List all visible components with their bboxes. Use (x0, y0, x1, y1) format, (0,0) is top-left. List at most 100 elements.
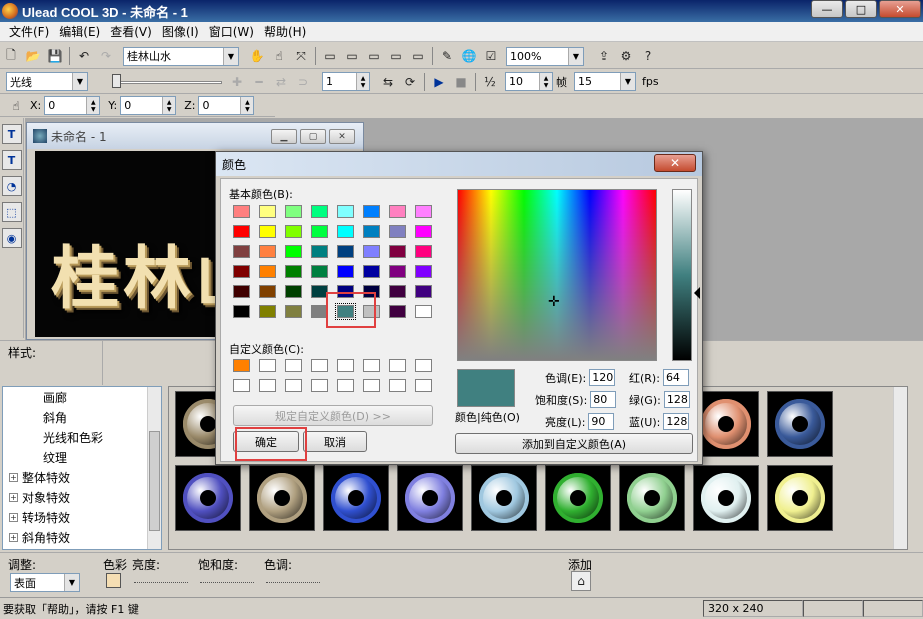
open-folder-icon[interactable]: 📂 (23, 46, 43, 66)
minimize-button[interactable]: — (811, 0, 843, 18)
luminance-bar[interactable] (672, 189, 692, 361)
basic-color-swatch[interactable] (233, 305, 250, 318)
menu-view[interactable]: 查看(V) (105, 23, 157, 40)
custom-color-swatch[interactable] (415, 379, 432, 392)
basic-color-swatch[interactable] (259, 205, 276, 218)
x-spinner[interactable]: 0 ▲ ▼ (44, 96, 101, 115)
hue-input[interactable]: 120 (589, 369, 616, 386)
luminance-input[interactable]: 90 (588, 413, 615, 430)
basic-color-swatch[interactable] (311, 245, 328, 258)
custom-color-swatch[interactable] (259, 379, 276, 392)
expand-icon[interactable]: + (9, 512, 18, 522)
basic-color-swatch[interactable] (259, 285, 276, 298)
tree-item[interactable]: 光线和色彩 (3, 427, 161, 447)
basic-color-swatch[interactable] (285, 245, 302, 258)
custom-color-swatch[interactable] (233, 359, 250, 372)
spin-arrows-icon[interactable]: ▲ ▼ (240, 97, 254, 114)
slider-thumb[interactable] (112, 73, 121, 88)
basic-color-swatch[interactable] (311, 265, 328, 278)
basic-color-swatch[interactable] (233, 285, 250, 298)
document-titlebar[interactable]: 未命名 - 1 ▁ ▢ ✕ (27, 123, 363, 149)
reverse-icon[interactable]: ⇄ (271, 72, 291, 92)
redo-icon[interactable]: ↷ (96, 46, 116, 66)
hand-move-icon[interactable]: ✋ (247, 46, 267, 66)
basic-color-swatch[interactable] (285, 265, 302, 278)
play-icon[interactable]: ▶ (429, 72, 449, 92)
blue-input[interactable]: 128 (663, 413, 690, 430)
cancel-button[interactable]: 取消 (303, 431, 367, 452)
custom-color-swatch[interactable] (311, 359, 328, 372)
maximize-button[interactable]: □ (845, 0, 877, 18)
saturation-slider[interactable] (200, 573, 254, 583)
basic-color-swatch[interactable] (389, 245, 406, 258)
tree-item[interactable]: 画廊 (3, 387, 161, 407)
menu-edit[interactable]: 编辑(E) (54, 23, 105, 40)
doc-maximize-button[interactable]: ▢ (300, 129, 326, 144)
basic-color-swatch[interactable] (415, 225, 432, 238)
basic-color-swatch[interactable] (233, 265, 250, 278)
basic-color-swatch[interactable] (389, 205, 406, 218)
tree-item[interactable]: 斜角 (3, 407, 161, 427)
spin-arrows-icon[interactable]: ▲ ▼ (356, 73, 369, 90)
expand-icon[interactable]: + (9, 532, 18, 542)
basic-color-swatch[interactable] (233, 205, 250, 218)
custom-color-swatch[interactable] (389, 359, 406, 372)
spin-arrows-icon[interactable]: ▲ ▼ (86, 97, 100, 114)
color-dialog-close-button[interactable]: ✕ (654, 154, 696, 172)
basic-color-swatch[interactable] (415, 305, 432, 318)
export-icon[interactable]: ⇪ (594, 46, 614, 66)
basic-color-swatch[interactable] (337, 205, 354, 218)
basic-color-swatch[interactable] (233, 225, 250, 238)
insert-graphic-icon[interactable]: ◉ (1, 228, 22, 248)
basic-color-swatch[interactable] (259, 225, 276, 238)
select-object-icon[interactable]: ⬚ (1, 202, 22, 222)
red-input[interactable]: 64 (662, 369, 689, 386)
basic-color-swatch[interactable] (259, 245, 276, 258)
loop-icon[interactable]: ⊃ (293, 72, 313, 92)
view-top-icon[interactable]: ▭ (342, 46, 362, 66)
basic-color-swatch[interactable] (363, 205, 380, 218)
tree-item[interactable]: + 对象特效 (3, 487, 161, 507)
tree-scroll-thumb[interactable] (149, 431, 160, 531)
custom-color-swatch[interactable] (337, 359, 354, 372)
smooth-icon[interactable]: ½ (480, 72, 500, 92)
basic-color-swatch[interactable] (415, 265, 432, 278)
save-icon[interactable]: 💾 (45, 46, 65, 66)
saturation-input[interactable]: 80 (590, 391, 617, 408)
basic-color-swatch[interactable] (311, 225, 328, 238)
color-spectrum[interactable] (457, 189, 657, 361)
luminance-arrow-icon[interactable] (694, 287, 700, 299)
custom-color-swatch[interactable] (415, 359, 432, 372)
preset-thumbnail[interactable] (767, 465, 833, 531)
basic-color-swatch[interactable] (337, 225, 354, 238)
timeline-slider[interactable] (112, 73, 222, 90)
basic-color-swatch[interactable] (363, 265, 380, 278)
basic-color-swatch[interactable] (389, 225, 406, 238)
basic-color-swatch[interactable] (415, 285, 432, 298)
insert-shape-icon[interactable]: ◔ (1, 176, 22, 196)
custom-color-swatch[interactable] (389, 379, 406, 392)
basic-color-swatch[interactable] (233, 245, 250, 258)
new-file-icon[interactable]: 🗋 (1, 46, 21, 66)
basic-color-swatch[interactable] (389, 305, 406, 318)
preset-thumbnail[interactable] (767, 391, 833, 457)
custom-color-swatch[interactable] (337, 379, 354, 392)
spin-arrows-icon[interactable]: ▲ ▼ (539, 73, 552, 90)
custom-color-swatch[interactable] (285, 359, 302, 372)
surface-color-swatch[interactable] (106, 573, 121, 588)
tree-scrollbar[interactable] (147, 387, 161, 549)
basic-color-swatch[interactable] (337, 265, 354, 278)
basic-color-swatch[interactable] (389, 265, 406, 278)
green-input[interactable]: 128 (663, 391, 690, 408)
color-dialog-titlebar[interactable]: 颜色 ✕ (216, 152, 702, 176)
preset-thumbnail[interactable] (249, 465, 315, 531)
y-spinner[interactable]: 0 ▲ ▼ (120, 96, 177, 115)
basic-color-swatch[interactable] (415, 245, 432, 258)
undo-icon[interactable]: ↶ (74, 46, 94, 66)
custom-color-swatch[interactable] (285, 379, 302, 392)
custom-color-swatch[interactable] (259, 359, 276, 372)
basic-color-swatch[interactable] (311, 205, 328, 218)
basic-color-swatch[interactable] (363, 225, 380, 238)
brightness-slider[interactable] (134, 573, 188, 583)
tree-item[interactable]: + 整体特效 (3, 467, 161, 487)
